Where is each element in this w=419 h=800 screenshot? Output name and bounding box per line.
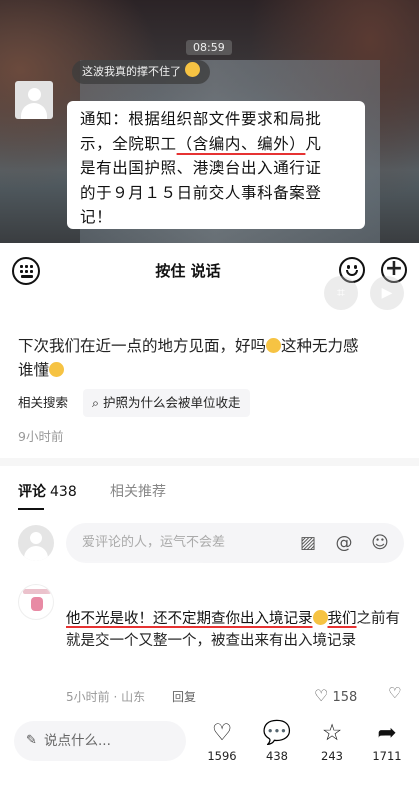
comment-bubble-icon: 💬 (262, 720, 292, 746)
comment-button[interactable]: 💬 438 (257, 720, 297, 763)
favorite-count: 243 (321, 749, 343, 763)
search-icon: ⌕ (92, 395, 100, 410)
comment-like-button[interactable]: ♡ 158 (314, 686, 357, 705)
say-placeholder: 说点什么... (44, 733, 111, 749)
related-search-label: 相关搜索 (18, 395, 69, 410)
heart-icon: ♡ (211, 720, 233, 746)
chat-avatar (15, 81, 53, 119)
post-time: 9小时前 (18, 429, 64, 444)
keyboard-icon[interactable] (12, 257, 40, 285)
caption-text: 谁懂 (18, 361, 50, 379)
commenter-avatar[interactable] (18, 584, 54, 620)
notice-line-text: 示，全院职工（含编内、编外）凡 (80, 134, 322, 153)
tab-related[interactable]: 相关推荐 (110, 481, 166, 501)
video-frame[interactable]: 08:59 这波我真的撑不住了 通知：根据组织部文件要求和局批 示，全院职工（含… (0, 0, 419, 243)
caption-text: 这种无力感 (281, 337, 359, 355)
scan-icon[interactable]: ⌗ (324, 276, 358, 310)
at-mention-icon[interactable]: @ (334, 533, 354, 553)
image-icon[interactable]: ▨ (298, 533, 318, 553)
bottom-action-bar: ✎ 说点什么... ♡ 1596 💬 438 ☆ 243 ➦ 1711 (0, 712, 419, 800)
notice-line: 示，全院职工（含编内、编外）凡 (80, 132, 353, 157)
notice-line: 是有出国护照、港澳台出入通行证 (80, 159, 322, 177)
say-something-input[interactable]: ✎ 说点什么... (14, 721, 186, 761)
heart-icon: ♡ (314, 686, 329, 705)
broken-heart-icon[interactable]: ♡ (388, 684, 401, 702)
like-count: 1596 (207, 749, 237, 763)
caption-text: 下次我们在近一点的地方见面，好吗 (18, 337, 267, 355)
play-icon[interactable]: ▶ (370, 276, 404, 310)
reply-button[interactable]: 回复 (172, 688, 196, 705)
share-count: 1711 (372, 749, 402, 763)
tab-comments[interactable]: 评论 438 (18, 481, 77, 501)
comment-like-count: 158 (332, 690, 358, 705)
crying-laughing-emoji-icon (312, 610, 328, 625)
tab-comments-label: 评论 (18, 484, 46, 500)
comment-highlight: 我们 (327, 611, 357, 627)
tab-comments-count: 438 (50, 484, 77, 500)
notice-line: 记！ (80, 208, 113, 226)
related-search-query: 护照为什么会被单位收走 (103, 395, 241, 410)
emoji-icon[interactable]: ☺ (370, 533, 390, 553)
pen-icon: ✎ (26, 733, 37, 748)
crying-emoji-icon (49, 362, 65, 377)
crying-emoji-icon (184, 62, 200, 77)
post-caption: 下次我们在近一点的地方见面，好吗 这种无力感 谁懂 (18, 334, 408, 382)
hold-to-talk-button[interactable]: 按住 说话 (50, 257, 326, 285)
related-search-chip[interactable]: ⌕ 护照为什么会被单位收走 (83, 389, 250, 417)
comment-input-row: 爱评论的人，运气不会差 ▨ @ ☺ (18, 523, 406, 563)
section-divider (0, 458, 419, 466)
comment-text: 他不光是收！还不定期查你出入境记录 我们之前有就是交一个又整一个，被查出来有出入境… (66, 609, 412, 652)
comment-count: 438 (266, 749, 288, 763)
share-button[interactable]: ➦ 1711 (367, 720, 407, 763)
comment-meta: 5小时前 · 山东 (66, 690, 146, 704)
comment-highlight: 他不光是收！还不定期查你出入境记录 (66, 611, 313, 627)
commenter-name-redacted (58, 572, 206, 598)
like-button[interactable]: ♡ 1596 (202, 720, 242, 763)
notice-bubble: 通知：根据组织部文件要求和局批 示，全院职工（含编内、编外）凡 是有出国护照、港… (67, 101, 365, 229)
notice-line: 的于９月１５日前交人事科备案登 (80, 183, 322, 202)
chat-bubble-top: 这波我真的撑不住了 (72, 60, 210, 84)
avatar[interactable] (18, 525, 54, 561)
chat-timestamp: 08:59 (186, 40, 232, 55)
notice-underline-text: （含编内、编外） (176, 134, 306, 153)
star-icon: ☆ (321, 720, 343, 746)
pleading-emoji-icon (266, 338, 282, 353)
chat-top-text: 这波我真的撑不住了 (82, 65, 181, 78)
tab-active-indicator (18, 508, 44, 510)
share-arrow-icon: ➦ (377, 720, 397, 746)
favorite-button[interactable]: ☆ 243 (312, 720, 352, 763)
notice-line: 通知：根据组织部文件要求和局批 (80, 110, 322, 128)
